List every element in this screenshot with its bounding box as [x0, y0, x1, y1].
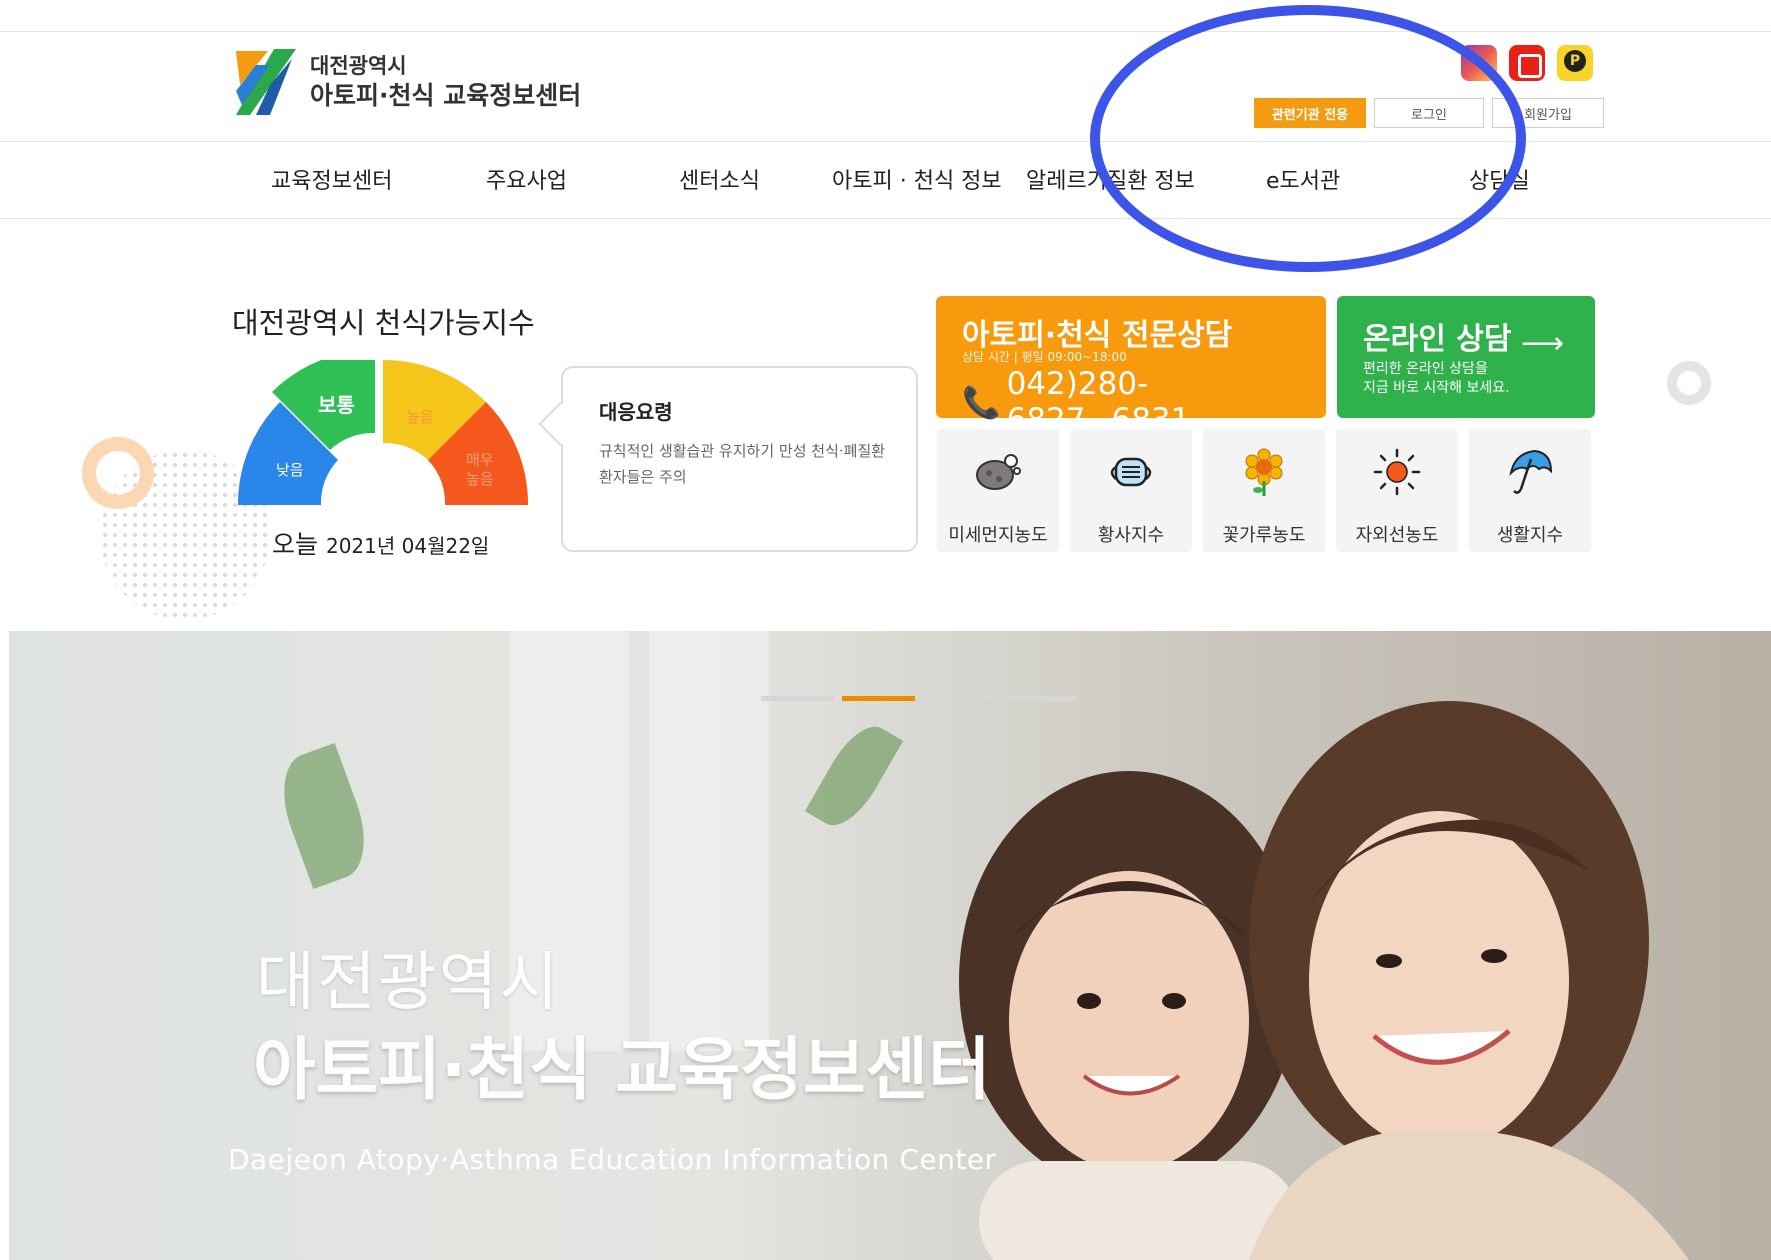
consult-phone[interactable]: 📞 042)280-6827~6831: [962, 366, 1326, 438]
window-light: [649, 631, 769, 1051]
hero-subtitle: Daejeon Atopy·Asthma Education Informati…: [228, 1143, 997, 1176]
umbrella-icon: [1509, 449, 1553, 494]
top-divider: [0, 31, 1771, 32]
logo-line1: 대전광역시: [310, 54, 407, 79]
gauge-label-very-high: 매우: [466, 451, 494, 469]
tile-yellow-dust[interactable]: 황사지수: [1070, 429, 1192, 552]
response-guide-box: 대응요령 규칙적인 생활습관 유지하기 만성 천식·폐질환 환자들은 주의: [561, 366, 918, 552]
phone-icon: 📞: [962, 384, 1001, 421]
asthma-index-title: 대전광역시 천식가능지수: [232, 306, 535, 340]
online-desc-line1: 편리한 온라인 상담을: [1363, 361, 1488, 377]
online-desc-line2: 지금 바로 시작해 보세요.: [1363, 379, 1510, 396]
nav-item-news[interactable]: 센터소식: [679, 163, 760, 195]
nav-item-projects[interactable]: 주요사업: [486, 163, 567, 195]
gauge-label-very-high-2: 높음: [466, 470, 494, 488]
kakao-plus-icon[interactable]: [1557, 45, 1593, 81]
online-title: 온라인 상담: [1363, 322, 1512, 357]
tile-label: 미세먼지농도: [948, 525, 1048, 546]
online-desc: 편리한 온라인 상담을 지금 바로 시작해 보세요.: [1363, 360, 1510, 398]
response-title: 대응요령: [599, 400, 673, 424]
tile-label: 생활지수: [1496, 525, 1564, 546]
phone-number: 042)280-6827~6831: [1006, 366, 1191, 438]
site-logo[interactable]: 대전광역시 아토피·천식 교육정보센터: [230, 45, 581, 119]
arrow-right-icon: ⟶: [1521, 326, 1565, 361]
consult-hours: 상담 시간 | 평일 09:00~18:00: [962, 350, 1127, 364]
fine-dust-icon: [976, 454, 1021, 490]
tile-uv[interactable]: 자외선농도: [1336, 429, 1458, 552]
sun-icon: [1373, 448, 1421, 496]
expert-consult-box[interactable]: 아토피·천식 전문상담 상담 시간 | 평일 09:00~18:00 📞 042…: [936, 296, 1326, 438]
tile-pollen[interactable]: 꽃가루농도: [1203, 429, 1325, 552]
today-date: 오늘 2021년 04월22일: [272, 525, 489, 561]
hero-title-line2: 아토피·천식 교육정보센터: [253, 1031, 991, 1110]
logo-mark-icon: [236, 49, 296, 115]
index-tiles: 미세먼지농도 황사지수 꽃가루농도 자외선농도 생활지수: [937, 429, 1591, 552]
tile-label: 꽃가루농도: [1222, 525, 1306, 546]
tile-label: 황사지수: [1097, 525, 1165, 546]
youtube-icon[interactable]: [1509, 45, 1545, 81]
response-text: 규칙적인 생활습관 유지하기 만성 천식·폐질환 환자들은 주의: [599, 442, 886, 487]
tile-life-index[interactable]: 생활지수: [1469, 429, 1591, 552]
gauge-label-low: 낮음: [276, 461, 304, 479]
gauge-label-normal: 보통: [318, 393, 355, 417]
mask-icon: [1110, 457, 1152, 487]
today-label: 오늘: [272, 530, 319, 559]
nav-divider-bottom: [0, 218, 1771, 219]
decor-grey-ring: [1667, 361, 1711, 405]
slide-dot-1[interactable]: [761, 696, 834, 701]
online-consult-box[interactable]: 온라인 상담 ⟶ 편리한 온라인 상담을 지금 바로 시작해 보세요.: [1337, 296, 1595, 418]
flower-icon: [1245, 448, 1283, 496]
gauge-label-high: 높음: [406, 408, 434, 426]
hero-banner: 대전광역시 아토피·천식 교육정보센터 Daejeon Atopy·Asthma…: [9, 631, 1771, 1260]
tile-fine-dust[interactable]: 미세먼지농도: [937, 429, 1059, 552]
plant-leaf: [268, 742, 380, 890]
hero-title-line1: 대전광역시: [256, 946, 561, 1020]
asthma-index-gauge: 낮음 보통 높음 매우 높음: [238, 360, 528, 505]
decor-orange-ring: [82, 437, 154, 509]
date-value: 2021년 04월22일: [325, 534, 490, 558]
nav-item-edu-center[interactable]: 교육정보센터: [271, 163, 392, 195]
tile-label: 자외선농도: [1355, 525, 1439, 546]
logo-line2: 아토피·천식 교육정보센터: [310, 80, 582, 110]
nav-item-atopy-asthma-info[interactable]: 아토피 · 천식 정보: [832, 163, 1002, 195]
highlight-ellipse: [1090, 5, 1526, 272]
